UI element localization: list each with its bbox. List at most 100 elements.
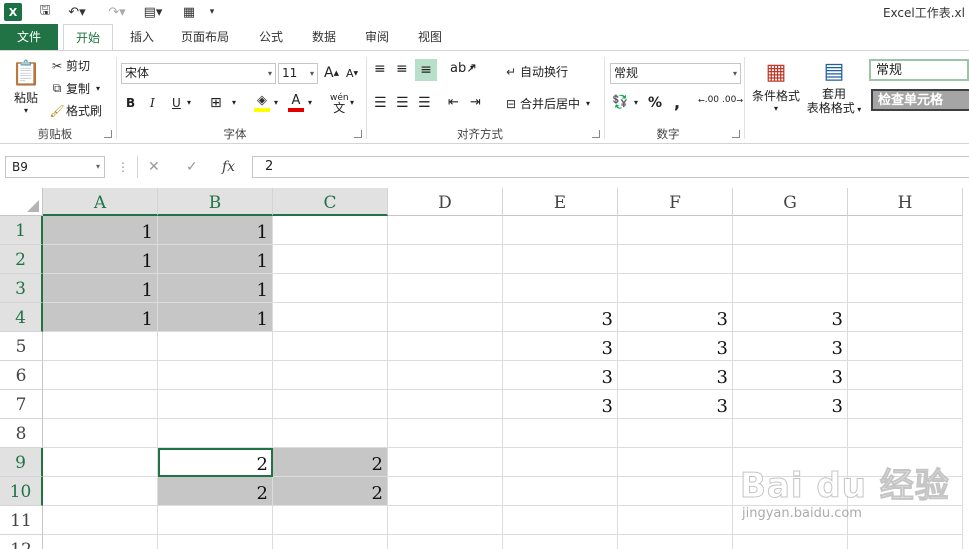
row-header-3[interactable]: 3	[0, 274, 43, 303]
underline-button[interactable]: U	[172, 96, 181, 110]
style-check-cell[interactable]: 检查单元格	[871, 89, 969, 111]
cell-d6[interactable]	[388, 361, 503, 390]
tab-file[interactable]: 文件	[0, 24, 58, 50]
cell-b4[interactable]: 1	[158, 303, 273, 332]
cell-g6[interactable]: 3	[733, 361, 848, 390]
row-header-6[interactable]: 6	[0, 361, 43, 390]
percent-button[interactable]: %	[648, 95, 662, 111]
row-header-7[interactable]: 7	[0, 390, 43, 419]
row-header-1[interactable]: 1	[0, 216, 43, 245]
row-header-11[interactable]: 11	[0, 506, 43, 535]
cell-e5[interactable]: 3	[503, 332, 618, 361]
format-painter-button[interactable]: 🖌 格式刷	[48, 102, 102, 119]
cell-f10[interactable]	[618, 477, 733, 506]
column-header-g[interactable]: G	[733, 188, 848, 216]
cell-h8[interactable]	[848, 419, 963, 448]
row-header-12[interactable]: 12	[0, 535, 43, 549]
cell-f2[interactable]	[618, 245, 733, 274]
cell-b11[interactable]	[158, 506, 273, 535]
cell-e10[interactable]	[503, 477, 618, 506]
cell-e4[interactable]: 3	[503, 303, 618, 332]
formula-input[interactable]: 2	[252, 156, 969, 178]
cell-a8[interactable]	[43, 419, 158, 448]
tab-home[interactable]: 开始	[63, 24, 113, 51]
number-launcher-icon[interactable]	[732, 130, 740, 138]
font-color-dropdown-icon[interactable]: ▾	[308, 98, 312, 107]
cell-c6[interactable]	[273, 361, 388, 390]
cell-b3[interactable]: 1	[158, 274, 273, 303]
cell-g1[interactable]	[733, 216, 848, 245]
select-all-button[interactable]	[0, 188, 43, 216]
format-as-table-button[interactable]: ▤ 套用 表格格式 ▾	[806, 57, 862, 117]
align-left-icon[interactable]: ☰	[374, 95, 387, 111]
tab-page-layout[interactable]: 页面布局	[172, 24, 238, 50]
cell-a2[interactable]: 1	[43, 245, 158, 274]
currency-dropdown-icon[interactable]: ▾	[634, 98, 638, 107]
cell-h7[interactable]	[848, 390, 963, 419]
redo-icon[interactable]: ↷▾	[106, 3, 128, 21]
row-header-4[interactable]: 4	[0, 303, 43, 332]
cell-d7[interactable]	[388, 390, 503, 419]
cell-a11[interactable]	[43, 506, 158, 535]
cell-f8[interactable]	[618, 419, 733, 448]
cell-a5[interactable]	[43, 332, 158, 361]
cell-e2[interactable]	[503, 245, 618, 274]
fill-dropdown-icon[interactable]: ▾	[274, 98, 278, 107]
copy-button[interactable]: ⧉ 复制 ▾	[48, 80, 100, 97]
cell-d10[interactable]	[388, 477, 503, 506]
spreadsheet-grid[interactable]: ABCDEFGH11121131141133353336333733389221…	[0, 188, 969, 549]
orientation-dropdown-icon[interactable]: ▾	[470, 63, 474, 72]
decrease-decimal-button[interactable]: .00 →	[722, 95, 743, 105]
cell-e12[interactable]	[503, 535, 618, 549]
row-header-9[interactable]: 9	[0, 448, 43, 477]
enter-icon[interactable]: ✓	[186, 156, 198, 178]
cell-f3[interactable]	[618, 274, 733, 303]
merge-center-button[interactable]: ⊟ 合并后居中 ▾	[502, 95, 590, 112]
cell-c2[interactable]	[273, 245, 388, 274]
cell-b8[interactable]	[158, 419, 273, 448]
wrap-text-button[interactable]: ↵ 自动换行	[502, 63, 568, 80]
row-header-10[interactable]: 10	[0, 477, 43, 506]
bold-button[interactable]: B	[126, 96, 135, 110]
row-header-2[interactable]: 2	[0, 245, 43, 274]
cell-f5[interactable]: 3	[618, 332, 733, 361]
cell-g9[interactable]	[733, 448, 848, 477]
phonetic-dropdown-icon[interactable]: ▾	[350, 98, 354, 107]
clipboard-launcher-icon[interactable]	[104, 130, 112, 138]
cell-c10[interactable]: 2	[273, 477, 388, 506]
cell-g12[interactable]	[733, 535, 848, 549]
cell-d12[interactable]	[388, 535, 503, 549]
cell-b5[interactable]	[158, 332, 273, 361]
cell-h6[interactable]	[848, 361, 963, 390]
undo-icon[interactable]: ↶▾	[66, 3, 88, 21]
cell-f9[interactable]	[618, 448, 733, 477]
column-header-b[interactable]: B	[158, 188, 273, 216]
cell-d1[interactable]	[388, 216, 503, 245]
cell-e1[interactable]	[503, 216, 618, 245]
cell-c5[interactable]	[273, 332, 388, 361]
cell-h2[interactable]	[848, 245, 963, 274]
cell-h1[interactable]	[848, 216, 963, 245]
align-bottom-icon[interactable]: ≡	[415, 59, 437, 81]
cell-a9[interactable]	[43, 448, 158, 477]
cell-b2[interactable]: 1	[158, 245, 273, 274]
cell-g3[interactable]	[733, 274, 848, 303]
paste-button[interactable]: 📋 粘贴 ▾	[8, 57, 44, 115]
cell-c7[interactable]	[273, 390, 388, 419]
cell-h4[interactable]	[848, 303, 963, 332]
cell-e8[interactable]	[503, 419, 618, 448]
italic-button[interactable]: I	[150, 96, 155, 110]
cell-f4[interactable]: 3	[618, 303, 733, 332]
tab-view[interactable]: 视图	[408, 24, 452, 50]
tab-formulas[interactable]: 公式	[249, 24, 293, 50]
save-icon[interactable]: 🖫	[36, 3, 54, 21]
decrease-indent-icon[interactable]: ⇤	[448, 95, 459, 110]
cell-b9[interactable]: 2	[158, 448, 273, 477]
font-color-button[interactable]: A	[288, 93, 304, 112]
alignment-launcher-icon[interactable]	[592, 130, 600, 138]
border-dropdown-icon[interactable]: ▾	[232, 98, 236, 107]
increase-decimal-button[interactable]: ← .00	[698, 95, 719, 105]
cell-g7[interactable]: 3	[733, 390, 848, 419]
conditional-format-button[interactable]: ▦ 条件格式 ▾	[752, 57, 800, 114]
cell-a12[interactable]	[43, 535, 158, 549]
